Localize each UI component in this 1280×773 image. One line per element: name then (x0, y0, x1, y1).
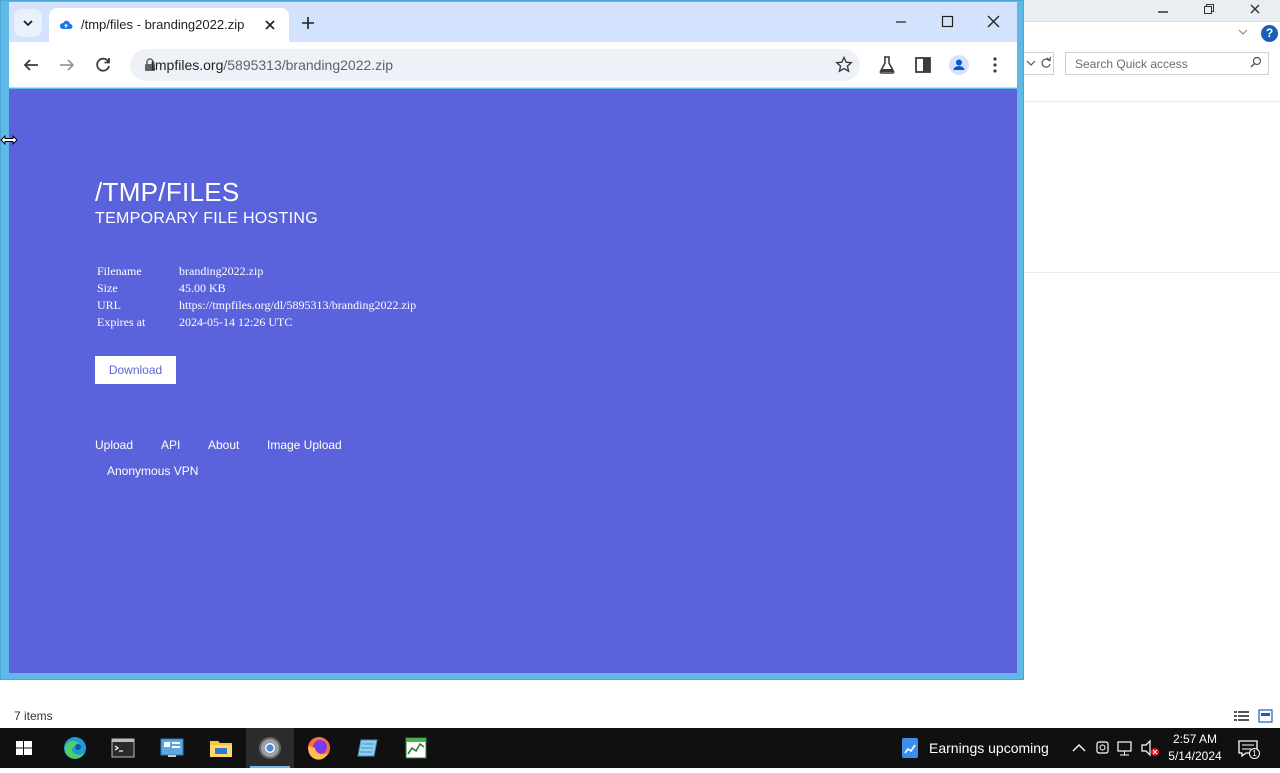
clock[interactable]: 2:57 AM 5/14/2024 (1163, 731, 1227, 765)
url-path: /5895313/branding2022.zip (223, 57, 394, 73)
chrome-window: /tmp/files - branding2022.zip tmpfiles.o… (0, 0, 1024, 680)
download-button[interactable]: Download (95, 356, 176, 384)
table-row: Size 45.00 KB (95, 280, 418, 297)
table-row: Filename branding2022.zip (95, 263, 418, 280)
footer-link-about[interactable]: About (208, 438, 239, 452)
back-icon[interactable] (19, 53, 43, 77)
search-placeholder: Search Quick access (1075, 57, 1188, 71)
stock-chart-icon (902, 738, 918, 758)
table-row: Expires at 2024-05-14 12:26 UTC (95, 314, 418, 331)
terminal-icon[interactable] (99, 728, 147, 768)
edge-icon[interactable] (51, 728, 99, 768)
close-window-button[interactable] (973, 8, 1013, 36)
explorer-address-bar[interactable] (1022, 52, 1054, 75)
labs-flask-icon[interactable] (875, 53, 899, 77)
footer-link-upload[interactable]: Upload (95, 438, 133, 452)
file-info-table: Filename branding2022.zip Size 45.00 KB UR… (95, 263, 418, 331)
search-icon (1250, 56, 1262, 68)
footer-link-api[interactable]: API (161, 438, 180, 452)
more-menu-icon[interactable] (983, 53, 1007, 77)
url-host: tmpfiles.org (151, 57, 224, 73)
network-icon[interactable] (1116, 728, 1136, 768)
browser-toolbar: tmpfiles.org/5895313/branding2022.zip (9, 42, 1017, 88)
page-title: /TMP/FILES (95, 177, 240, 207)
details-view-icon (1234, 711, 1249, 721)
reload-icon[interactable] (91, 53, 115, 77)
clock-time: 2:57 AM (1172, 732, 1218, 746)
start-icon[interactable] (0, 728, 48, 768)
quick-access-search-input[interactable]: Search Quick access (1065, 52, 1269, 75)
explorer-restore-button[interactable] (1186, 0, 1232, 22)
bookmark-star-icon[interactable] (834, 55, 854, 75)
tab-search-button[interactable] (14, 9, 42, 37)
explorer-view-toggle[interactable] (1234, 709, 1274, 723)
url-text: tmpfiles.org/5895313/branding2022.zip (151, 57, 393, 73)
side-panel-icon[interactable] (911, 53, 935, 77)
info-key: URL (97, 298, 121, 312)
info-key: Filename (97, 264, 142, 278)
meet-now-icon[interactable] (1094, 728, 1112, 768)
explorer-minimize-button[interactable] (1140, 0, 1186, 22)
explorer-close-button[interactable] (1232, 0, 1278, 22)
explorer-divider (1024, 101, 1280, 102)
show-hidden-icons-chevron-icon[interactable] (1070, 728, 1088, 768)
tab-title: /tmp/files - branding2022.zip (81, 17, 245, 32)
info-value: branding2022.zip (179, 264, 264, 278)
task-manager-icon[interactable] (392, 728, 440, 768)
info-value: https://tmpfiles.org/dl/5895313/branding… (179, 298, 417, 312)
tab-active[interactable]: /tmp/files - branding2022.zip (49, 8, 289, 42)
firefox-icon[interactable] (295, 728, 343, 768)
page-content: /TMP/FILES TEMPORARY FILE HOSTING Filena… (9, 89, 1017, 673)
chevron-down-icon (23, 20, 33, 27)
close-icon (1250, 4, 1260, 14)
info-value: 45.00 KB (179, 281, 226, 295)
chrome-icon (259, 737, 281, 759)
ribbon-expand-icon[interactable] (1238, 26, 1248, 40)
notepad-icon[interactable] (344, 728, 392, 768)
refresh-icon[interactable] (1040, 55, 1052, 71)
chrome-taskbar-button[interactable] (246, 728, 294, 768)
explorer-item-count: 7 items (14, 709, 53, 723)
table-row: URL https://tmpfiles.org/dl/5895313/brand… (95, 297, 418, 314)
tab-strip: /tmp/files - branding2022.zip (9, 2, 1017, 42)
file-explorer-icon[interactable] (197, 728, 245, 768)
volume-muted-icon[interactable] (1140, 728, 1160, 768)
address-bar[interactable]: tmpfiles.org/5895313/branding2022.zip (130, 49, 860, 81)
info-key: Size (97, 281, 118, 295)
news-widget[interactable]: Earnings upcoming (898, 728, 1058, 768)
remote-desktop-icon[interactable] (148, 728, 196, 768)
clock-date: 5/14/2024 (1168, 749, 1222, 763)
footer-link-image-upload[interactable]: Image Upload (267, 438, 342, 452)
large-icons-view-icon (1258, 709, 1273, 723)
resize-cursor-icon (0, 134, 18, 146)
explorer-titlebar (1022, 0, 1280, 22)
close-icon[interactable] (261, 16, 279, 34)
news-text: Earnings upcoming (929, 740, 1049, 756)
profile-avatar-icon[interactable] (947, 53, 971, 77)
minimize-icon (1158, 11, 1168, 13)
page-subtitle: TEMPORARY FILE HOSTING (95, 210, 318, 227)
cloud-icon (59, 20, 73, 29)
explorer-divider (1024, 272, 1280, 273)
taskbar: Earnings upcoming 2:57 AM 5/14/2024 1 (0, 728, 1280, 768)
maximize-button[interactable] (927, 8, 967, 36)
info-key: Expires at (97, 315, 146, 329)
new-tab-button[interactable] (295, 10, 321, 36)
chevron-down-icon[interactable] (1026, 56, 1036, 70)
minimize-button[interactable] (881, 8, 921, 36)
footer-link-anonymous-vpn[interactable]: Anonymous VPN (107, 464, 198, 478)
notification-count-badge: 1 (1249, 748, 1260, 759)
help-icon[interactable]: ? (1261, 25, 1278, 42)
action-center-button[interactable]: 1 (1236, 728, 1260, 768)
info-value: 2024-05-14 12:26 UTC (179, 315, 293, 329)
forward-icon[interactable] (55, 53, 79, 77)
restore-icon (1204, 4, 1214, 14)
